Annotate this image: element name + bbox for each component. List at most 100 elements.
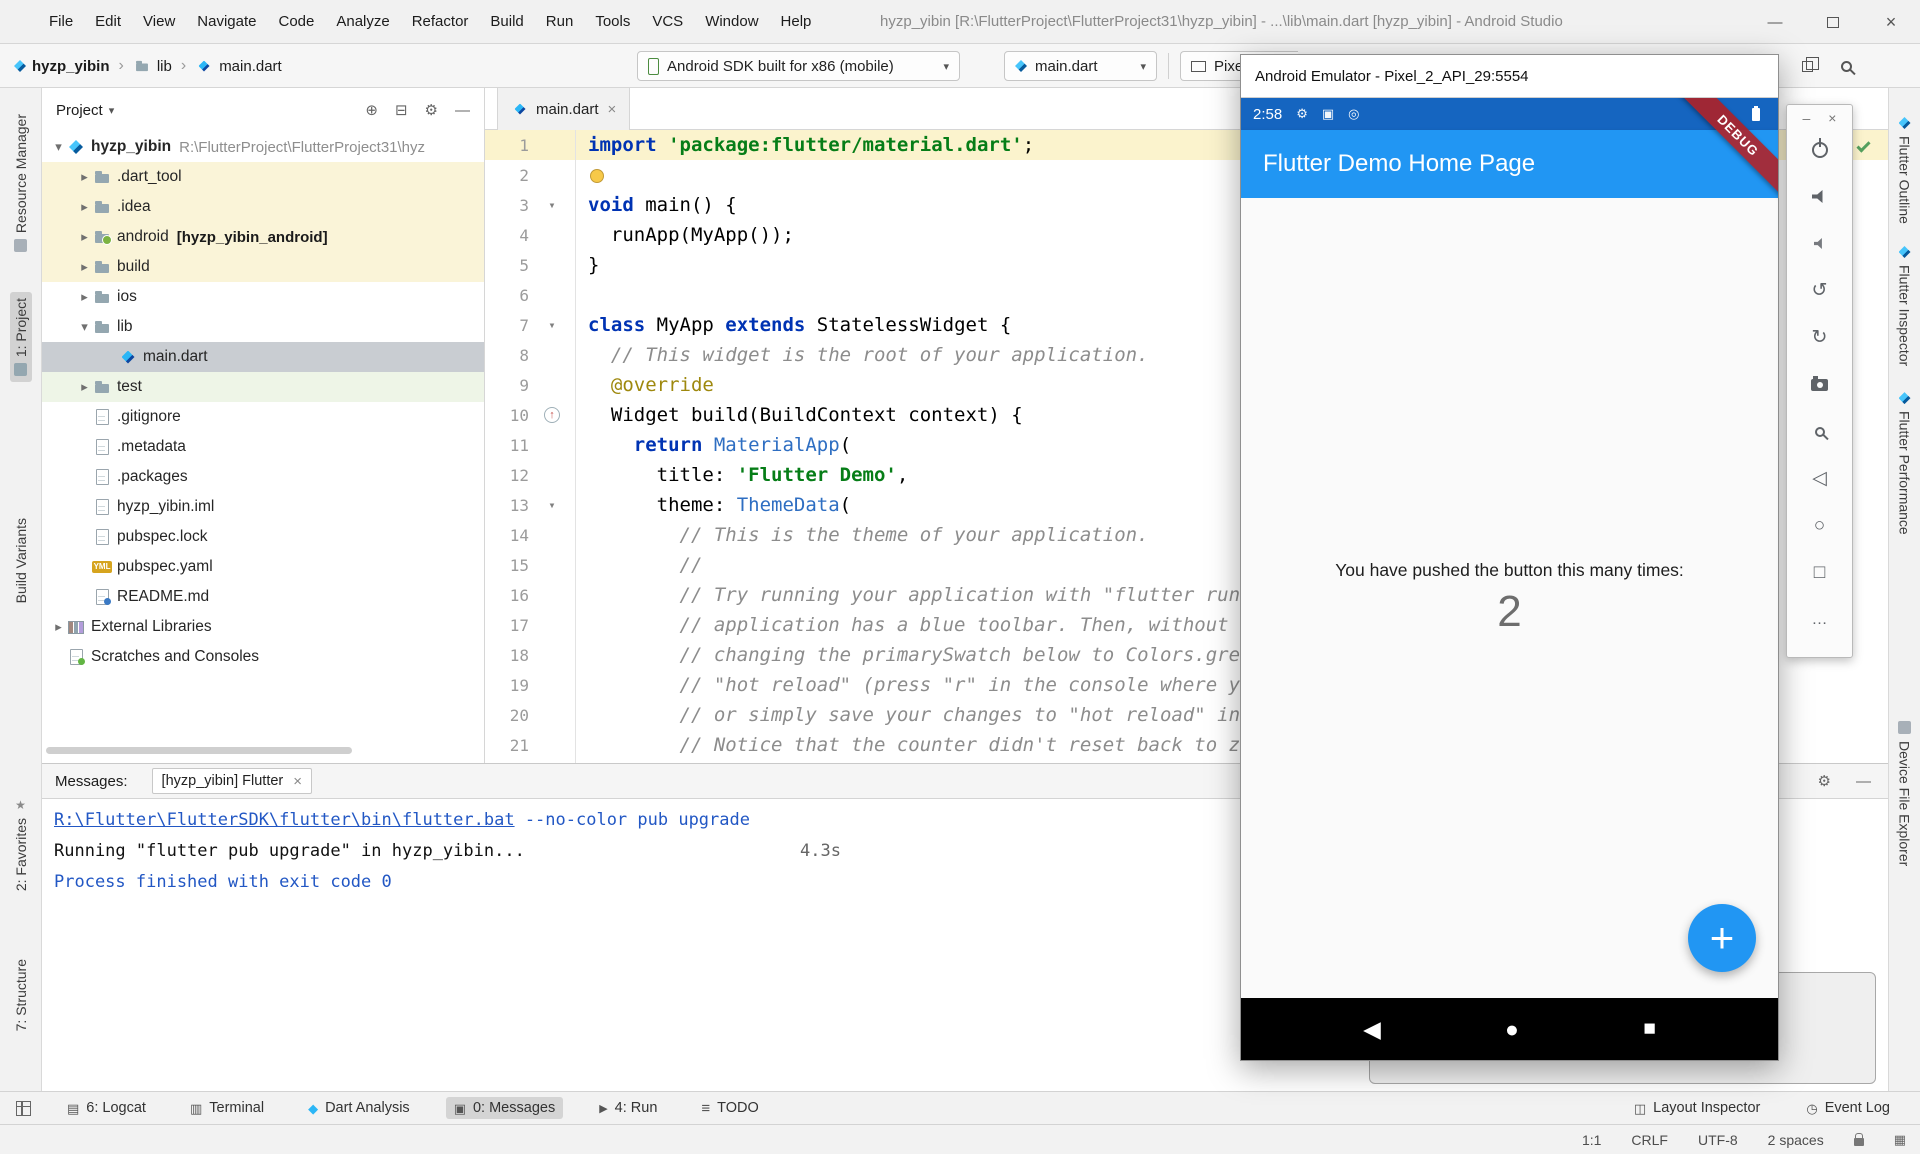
home-button[interactable]: ● xyxy=(1505,1016,1519,1043)
console-command-link[interactable]: R:\Flutter\FlutterSDK\flutter\bin\flutte… xyxy=(54,810,515,830)
zoom-icon[interactable] xyxy=(1787,408,1852,455)
menu-build[interactable]: Build xyxy=(479,0,534,44)
tree-item-idea[interactable]: ▸.idea xyxy=(42,192,484,222)
tree-item-lib[interactable]: ▾lib xyxy=(42,312,484,342)
stripe-flutter-inspector[interactable]: Flutter Inspector xyxy=(1895,241,1915,371)
breadcrumb-project[interactable]: hyzp_yibin xyxy=(14,58,110,75)
fold-icon[interactable]: ▾ xyxy=(548,199,555,211)
restore-layout-icon[interactable] xyxy=(1802,61,1813,72)
status-crlf[interactable]: CRLF xyxy=(1631,1132,1668,1148)
stripe-device-file-explorer[interactable]: Device File Explorer xyxy=(1895,716,1915,871)
project-view-selector[interactable]: Project xyxy=(56,102,103,119)
stripe-project[interactable]: 1: Project xyxy=(10,292,32,382)
menu-help[interactable]: Help xyxy=(770,0,823,44)
expand-arrow-icon[interactable]: ▾ xyxy=(76,319,93,335)
tree-item-pubspec-lock[interactable]: pubspec.lock xyxy=(42,522,484,552)
expand-arrow-icon[interactable]: ▸ xyxy=(50,619,67,635)
screenshot-camera-icon[interactable] xyxy=(1787,361,1852,408)
expand-arrow-icon[interactable]: ▸ xyxy=(76,259,93,275)
tree-item-ios[interactable]: ▸ios xyxy=(42,282,484,312)
locate-file-icon[interactable]: ⊕ xyxy=(365,101,378,119)
menu-file[interactable]: File xyxy=(38,0,84,44)
tool-button-6-logcat[interactable]: 6: Logcat xyxy=(59,1097,154,1119)
tree-item-main-dart[interactable]: main.dart xyxy=(42,342,484,372)
tree-item-build[interactable]: ▸build xyxy=(42,252,484,282)
maximize-icon[interactable] xyxy=(1804,0,1862,44)
tool-button-4-run[interactable]: 4: Run xyxy=(591,1097,665,1119)
fold-icon[interactable]: ▾ xyxy=(548,319,555,331)
messages-tab[interactable]: [hyzp_yibin] Flutter × xyxy=(152,768,312,794)
tree-item-dart-tool[interactable]: ▸.dart_tool xyxy=(42,162,484,192)
fab-add-button[interactable]: + xyxy=(1688,904,1756,972)
power-icon[interactable] xyxy=(1787,126,1852,173)
gear-icon[interactable]: ⚙ xyxy=(425,101,438,119)
stripe-flutter-performance[interactable]: Flutter Performance xyxy=(1895,387,1915,540)
horizontal-scrollbar[interactable] xyxy=(46,747,352,754)
stripe-favorites[interactable]: ★2: Favorites xyxy=(10,792,32,897)
emulator-titlebar[interactable]: Android Emulator - Pixel_2_API_29:5554 xyxy=(1241,55,1778,98)
run-config-selector[interactable]: main.dart ▾ xyxy=(1004,51,1157,81)
emulator-close-icon[interactable]: × xyxy=(1828,110,1836,126)
tree-item-hyzp-yibin[interactable]: ▾hyzp_yibinR:\FlutterProject\FlutterProj… xyxy=(42,132,484,162)
menu-vcs[interactable]: VCS xyxy=(641,0,694,44)
tree-item-packages[interactable]: .packages xyxy=(42,462,484,492)
stripe-resource-manager[interactable]: Resource Manager xyxy=(10,108,32,258)
tree-item-readme-md[interactable]: README.md xyxy=(42,582,484,612)
tab-close-icon[interactable]: × xyxy=(608,101,617,118)
more-options-icon[interactable]: … xyxy=(1787,596,1852,643)
expand-arrow-icon[interactable]: ▸ xyxy=(76,169,93,185)
tool-button-todo[interactable]: TODO xyxy=(693,1097,766,1119)
device-selector[interactable]: Android SDK built for x86 (mobile) ▾ xyxy=(637,51,960,81)
editor-tab-main-dart[interactable]: main.dart × xyxy=(497,88,630,130)
back-button[interactable]: ◀ xyxy=(1363,1016,1381,1043)
ide-status-icon[interactable]: ▦ xyxy=(1894,1133,1906,1146)
status-1-1[interactable]: 1:1 xyxy=(1582,1132,1601,1148)
emulator-minimize-icon[interactable]: – xyxy=(1803,110,1811,126)
minimize-icon[interactable]: — xyxy=(1746,0,1804,44)
menu-edit[interactable]: Edit xyxy=(84,0,132,44)
tool-button-dart-analysis[interactable]: Dart Analysis xyxy=(300,1097,418,1119)
lock-icon[interactable] xyxy=(1854,1138,1864,1146)
breadcrumb-lib[interactable]: lib xyxy=(133,57,172,75)
tab-close-icon[interactable]: × xyxy=(293,773,302,790)
override-marker-icon[interactable]: ↑ xyxy=(544,407,560,423)
tree-item-external-libraries[interactable]: ▸External Libraries xyxy=(42,612,484,642)
menu-navigate[interactable]: Navigate xyxy=(186,0,267,44)
emulator-screen[interactable]: DEBUG 2:58 ⚙ ▣ ◎ Flutter Demo Home Page … xyxy=(1241,98,1778,1060)
tool-button-layout-inspector[interactable]: Layout Inspector xyxy=(1626,1097,1769,1119)
tree-item-gitignore[interactable]: .gitignore xyxy=(42,402,484,432)
status-2-spaces[interactable]: 2 spaces xyxy=(1768,1132,1824,1148)
fold-icon[interactable]: ▾ xyxy=(548,499,555,511)
stripe-structure[interactable]: 7: Structure xyxy=(10,953,32,1037)
rotate-right-icon[interactable]: ↻ xyxy=(1787,314,1852,361)
close-icon[interactable]: × xyxy=(1862,0,1920,44)
expand-arrow-icon[interactable]: ▸ xyxy=(76,199,93,215)
menu-run[interactable]: Run xyxy=(535,0,585,44)
status-utf-8[interactable]: UTF-8 xyxy=(1698,1132,1738,1148)
menu-refactor[interactable]: Refactor xyxy=(401,0,480,44)
expand-arrow-icon[interactable]: ▾ xyxy=(50,139,67,155)
tool-button-0-messages[interactable]: 0: Messages xyxy=(446,1097,564,1119)
tool-button-event-log[interactable]: Event Log xyxy=(1798,1097,1898,1119)
menu-analyze[interactable]: Analyze xyxy=(325,0,400,44)
expand-arrow-icon[interactable]: ▸ xyxy=(76,289,93,305)
tool-windows-toggle-icon[interactable] xyxy=(16,1101,31,1116)
emulator-back-icon[interactable]: ◁ xyxy=(1787,455,1852,502)
hide-panel-icon[interactable]: — xyxy=(455,102,470,119)
menu-code[interactable]: Code xyxy=(267,0,325,44)
tree-item-hyzp-yibin-iml[interactable]: hyzp_yibin.iml xyxy=(42,492,484,522)
menu-tools[interactable]: Tools xyxy=(584,0,641,44)
stripe-build-variants[interactable]: Build Variants xyxy=(10,512,32,609)
recents-button[interactable]: ■ xyxy=(1643,1017,1656,1041)
tree-item-metadata[interactable]: .metadata xyxy=(42,432,484,462)
expand-arrow-icon[interactable]: ▸ xyxy=(76,379,93,395)
tree-item-scratches-and-consoles[interactable]: Scratches and Consoles xyxy=(42,642,484,672)
emulator-home-icon[interactable]: ○ xyxy=(1787,502,1852,549)
stripe-flutter-outline[interactable]: Flutter Outline xyxy=(1895,112,1915,229)
volume-down-icon[interactable] xyxy=(1787,220,1852,267)
volume-up-icon[interactable] xyxy=(1787,173,1852,220)
gear-icon[interactable]: ⚙ xyxy=(1818,772,1831,790)
quickfix-bulb-icon[interactable] xyxy=(590,169,604,183)
search-icon[interactable] xyxy=(1841,61,1852,72)
expand-arrow-icon[interactable]: ▸ xyxy=(76,229,93,245)
